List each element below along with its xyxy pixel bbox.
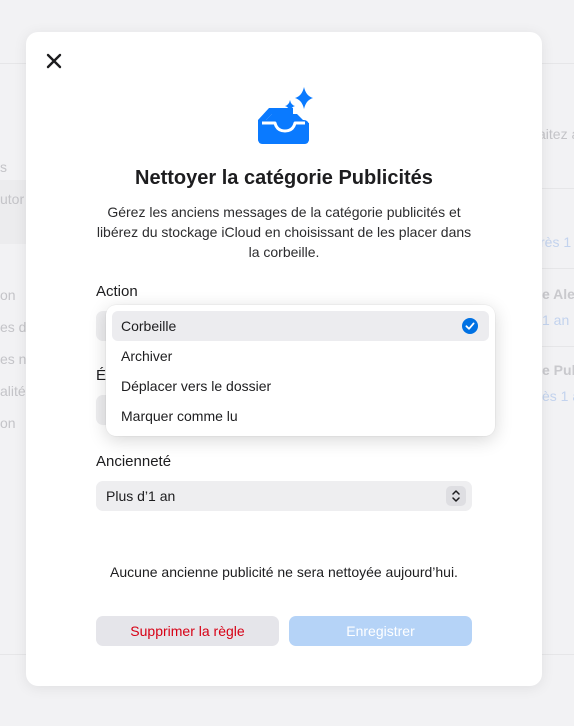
menu-item-mark-read[interactable]: Marquer comme lu xyxy=(112,401,489,431)
checkmark-circle-icon xyxy=(462,318,478,334)
bg-list-text: aitez a xyxy=(538,126,574,142)
menu-item-label: Marquer comme lu xyxy=(121,408,238,424)
close-icon xyxy=(46,53,62,69)
delete-rule-button[interactable]: Supprimer la règle xyxy=(96,616,279,646)
bg-sidebar-text: utor xyxy=(0,191,25,207)
menu-item-archiver[interactable]: Archiver xyxy=(112,341,489,371)
action-label: Action xyxy=(96,283,138,300)
menu-item-label: Archiver xyxy=(121,348,173,364)
save-button[interactable]: Enregistrer xyxy=(289,616,472,646)
bg-list-date: ès 1 a xyxy=(542,388,574,404)
action-dropdown-menu: Corbeille Archiver Déplacer vers le doss… xyxy=(106,305,495,436)
bg-sidebar-text: on xyxy=(0,415,16,431)
bg-list-divider xyxy=(538,268,574,269)
cleanup-status-note: Aucune ancienne publicité ne sera nettoy… xyxy=(110,564,458,580)
bg-sidebar-text: alité xyxy=(0,383,26,399)
bg-list-date: 1 an xyxy=(542,312,570,328)
bg-list-sender: e Publ xyxy=(542,362,574,378)
chevron-up-down-icon xyxy=(446,486,466,506)
menu-item-move-to-folder[interactable]: Déplacer vers le dossier xyxy=(112,371,489,401)
dialog-description: Gérez les anciens messages de la catégor… xyxy=(96,204,472,260)
menu-item-label: Déplacer vers le dossier xyxy=(121,378,272,394)
bg-list-sender: e Aler xyxy=(542,286,574,302)
menu-item-label: Corbeille xyxy=(121,318,177,334)
hidden-field-label-fragment: É xyxy=(96,367,107,384)
bg-list-divider xyxy=(538,346,574,347)
close-button[interactable] xyxy=(42,49,66,73)
menu-item-corbeille[interactable]: Corbeille xyxy=(112,311,489,341)
age-select-value: Plus d’1 an xyxy=(106,488,176,504)
tray-sparkle-icon xyxy=(258,87,313,144)
age-select[interactable]: Plus d’1 an xyxy=(96,481,472,511)
age-label: Ancienneté xyxy=(96,453,172,470)
bg-sidebar-text: on xyxy=(0,287,16,303)
bg-sidebar-text: s xyxy=(0,159,7,175)
bg-sidebar-text: es n xyxy=(0,351,27,367)
bg-list-divider xyxy=(538,188,574,189)
dialog-title: Nettoyer la catégorie Publicités xyxy=(135,167,433,189)
bg-list-date: rès 1 a xyxy=(540,234,574,250)
